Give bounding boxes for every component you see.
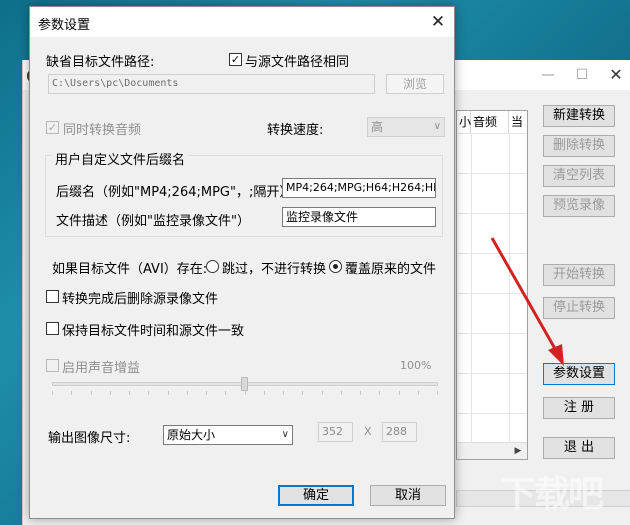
close-icon[interactable]: ✕	[601, 66, 630, 84]
delete-convert-button[interactable]: 删除转换	[543, 135, 615, 157]
register-button[interactable]: 注 册	[543, 397, 615, 419]
dimension-x-label: X	[364, 425, 372, 438]
exit-button[interactable]: 退 出	[543, 437, 615, 459]
column-header[interactable]: 小	[457, 111, 471, 133]
keep-time-label: 保持目标文件时间和源文件一致	[62, 324, 245, 339]
delete-source-checkbox[interactable]	[46, 290, 59, 303]
radio-selected-dot	[333, 264, 338, 269]
delete-source-label: 转换完成后删除源录像文件	[62, 292, 219, 307]
list-grid-line	[471, 133, 472, 443]
speed-select[interactable]: 高 ∨	[367, 117, 445, 137]
arrow-shaft	[490, 237, 560, 355]
description-label: 文件描述（例如"监控录像文件"）	[56, 214, 250, 229]
same-as-source-label: 与源文件路径相同	[245, 55, 350, 70]
settings-dialog: 参数设置 ✕ 缺省目标文件路径: ✓ 与源文件路径相同 C:\Users\pc\…	[29, 6, 455, 519]
arrow-head	[548, 344, 564, 366]
path-input[interactable]: C:\Users\pc\Documents	[48, 74, 375, 94]
column-header[interactable]: 当	[509, 111, 527, 133]
close-icon[interactable]: ✕	[426, 10, 450, 34]
ok-button[interactable]: 确定	[278, 485, 354, 506]
speed-label: 转换速度:	[267, 123, 324, 138]
skip-label: 跳过，不进行转换	[222, 262, 327, 277]
preview-button[interactable]: 预览录像	[543, 195, 615, 217]
maximize-icon[interactable]: ☐	[567, 66, 597, 84]
list-grid-line	[457, 173, 527, 174]
skip-radio[interactable]	[206, 260, 219, 273]
width-input[interactable]: 352	[318, 422, 353, 442]
suffix-label: 后缀名（例如"MP4;264;MPG"，;隔开）	[56, 185, 293, 200]
overwrite-label: 覆盖原来的文件	[345, 262, 437, 277]
list-grid-line	[457, 413, 527, 414]
clear-list-button[interactable]: 清空列表	[543, 165, 615, 187]
height-input[interactable]: 288	[382, 422, 417, 442]
chevron-down-icon: ∨	[433, 121, 441, 132]
same-as-source-checkbox[interactable]: ✓	[229, 53, 242, 66]
suffix-group-title: 用户自定义文件后缀名	[52, 149, 189, 168]
output-size-label: 输出图像尺寸:	[48, 431, 131, 446]
keep-time-checkbox[interactable]	[46, 322, 59, 335]
sync-audio-checkbox[interactable]: ✓	[46, 121, 59, 134]
slider-ticks	[52, 391, 438, 395]
column-header[interactable]: 音频	[471, 111, 509, 133]
dialog-titlebar: 参数设置 ✕	[30, 7, 454, 37]
gain-slider-thumb[interactable]	[241, 377, 248, 391]
default-path-label: 缺省目标文件路径:	[46, 55, 155, 70]
horizontal-scrollbar[interactable]: ▶	[457, 442, 527, 459]
enable-gain-checkbox[interactable]	[46, 359, 59, 372]
output-size-value: 原始大小	[167, 428, 216, 442]
cancel-button[interactable]: 取消	[370, 485, 446, 506]
list-grid-line	[457, 133, 527, 134]
suffix-input[interactable]: MP4;264;MPG;H64;H264;HE4	[282, 178, 436, 198]
sync-audio-label: 同时转换音频	[63, 123, 142, 138]
speed-value: 高	[371, 120, 384, 134]
minimize-icon[interactable]: —	[533, 66, 563, 84]
output-size-select[interactable]: 原始大小 ∨	[163, 425, 293, 445]
red-arrow-annotation	[490, 237, 564, 366]
target-exists-label: 如果目标文件（AVI）存在:	[52, 262, 208, 277]
dialog-title: 参数设置	[38, 18, 91, 33]
browse-button[interactable]: 浏览	[386, 74, 444, 94]
overwrite-radio[interactable]	[329, 260, 342, 273]
new-convert-button[interactable]: 新建转换	[543, 105, 615, 127]
chevron-down-icon: ∨	[281, 429, 289, 440]
scroll-right-icon[interactable]: ▶	[511, 443, 525, 459]
enable-gain-label: 启用声音增益	[62, 361, 141, 376]
description-input[interactable]: 监控录像文件	[282, 207, 436, 227]
gain-percent: 100%	[400, 359, 432, 372]
list-grid-line	[457, 213, 527, 214]
list-grid-line	[457, 373, 527, 374]
watermark-logo: 下载吧	[500, 474, 604, 515]
